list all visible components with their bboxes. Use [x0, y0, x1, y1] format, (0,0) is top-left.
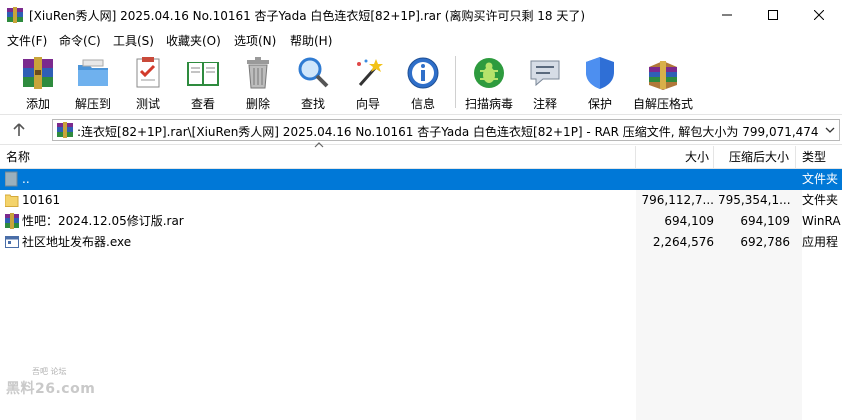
maximize-button[interactable] [750, 0, 796, 30]
column-size-header[interactable]: 大小 [636, 146, 714, 168]
find-icon [298, 57, 329, 88]
winrar-app-icon[interactable] [7, 7, 23, 23]
menu-favorites[interactable]: 收藏夹(O) [166, 32, 221, 49]
comment-icon [530, 60, 560, 87]
close-button[interactable] [796, 0, 842, 30]
minimize-button[interactable] [704, 0, 750, 30]
file-list: .. 文件夹 10161 796,112,7... 795,354,1... 文… [0, 169, 842, 420]
menu-options[interactable]: 选项(N) [234, 32, 276, 49]
toolbar-sfx-button[interactable]: 自解压格式 [630, 52, 696, 112]
add-archive-icon [23, 57, 53, 89]
path-text: :连衣短[82+1P].rar\[XiuRen秀人网] 2025.04.16 N… [77, 125, 821, 139]
column-name-header[interactable]: 名称 [0, 142, 636, 168]
file-list-header: 名称 大小 压缩后大小 类型 [0, 142, 842, 169]
view-icon [187, 62, 219, 86]
info-icon [407, 57, 439, 89]
rar-archive-icon [57, 122, 73, 138]
menu-file[interactable]: 文件(F) [7, 32, 47, 49]
toolbar-wizard-button[interactable]: 向导 [346, 52, 390, 112]
protect-icon [586, 57, 614, 89]
wizard-icon [357, 59, 383, 86]
rar-file-icon [5, 213, 19, 229]
test-icon [136, 57, 160, 88]
menu-tools[interactable]: 工具(S) [113, 32, 154, 49]
watermark-main-text: 黑料26.com [6, 381, 96, 397]
up-one-level-button[interactable] [8, 119, 30, 141]
watermark-top-text: 吾吧 论坛 [32, 367, 67, 376]
toolbar-separator [455, 56, 456, 108]
menu-help[interactable]: 帮助(H) [290, 32, 332, 49]
path-dropdown-button[interactable] [823, 122, 837, 138]
virus-scan-icon [474, 58, 504, 88]
extract-to-icon [78, 59, 108, 86]
toolbar-info-button[interactable]: 信息 [401, 52, 445, 112]
maximize-icon [768, 10, 778, 20]
exe-file-icon [5, 236, 19, 248]
toolbar: 添加 解压到 测试 查看 删除 查找 向导 信息 扫描病毒 注释 保护 自解压格… [0, 50, 842, 115]
toolbar-extract-button[interactable]: 解压到 [69, 52, 117, 112]
delete-icon [247, 57, 269, 89]
sfx-icon [649, 61, 677, 90]
toolbar-delete-button[interactable]: 删除 [236, 52, 280, 112]
site-watermark: 吾吧 论坛 黑料26.com [6, 366, 96, 406]
toolbar-view-button[interactable]: 查看 [181, 52, 225, 112]
parent-folder-icon [5, 171, 18, 187]
column-type-header[interactable]: 类型 [796, 146, 842, 168]
close-icon [814, 10, 824, 20]
column-packed-header[interactable]: 压缩后大小 [714, 146, 796, 168]
title-bar: [XiuRen秀人网] 2025.04.16 No.10161 杏子Yada 白… [0, 0, 842, 30]
toolbar-protect-button[interactable]: 保护 [578, 52, 622, 112]
minimize-icon [722, 14, 732, 16]
file-row-folder[interactable]: 10161 796,112,7... 795,354,1... 文件夹 [0, 190, 842, 211]
address-bar: :连衣短[82+1P].rar\[XiuRen秀人网] 2025.04.16 N… [0, 115, 842, 145]
arrow-up-icon [13, 123, 25, 136]
toolbar-find-button[interactable]: 查找 [291, 52, 335, 112]
toolbar-virus-scan-button[interactable]: 扫描病毒 [461, 52, 517, 112]
menu-commands[interactable]: 命令(C) [59, 32, 101, 49]
sort-ascending-icon [314, 142, 324, 148]
menu-bar: 文件(F) 命令(C) 工具(S) 收藏夹(O) 选项(N) 帮助(H) [0, 30, 842, 50]
toolbar-test-button[interactable]: 测试 [126, 52, 170, 112]
file-row-parent[interactable]: .. 文件夹 [0, 169, 842, 190]
chevron-down-icon [825, 127, 835, 133]
toolbar-add-button[interactable]: 添加 [14, 52, 62, 112]
folder-icon [5, 194, 19, 207]
toolbar-comment-button[interactable]: 注释 [523, 52, 567, 112]
file-row-rar[interactable]: 性吧：2024.12.05修订版.rar 694,109 694,109 Win… [0, 211, 842, 232]
path-field[interactable]: :连衣短[82+1P].rar\[XiuRen秀人网] 2025.04.16 N… [52, 119, 840, 141]
file-row-exe[interactable]: 社区地址发布器.exe 2,264,576 692,786 应用程 [0, 232, 842, 253]
window-title: [XiuRen秀人网] 2025.04.16 No.10161 杏子Yada 白… [29, 9, 586, 23]
